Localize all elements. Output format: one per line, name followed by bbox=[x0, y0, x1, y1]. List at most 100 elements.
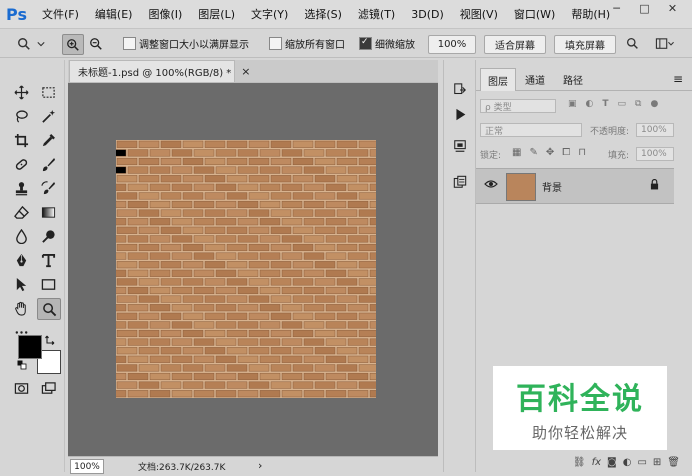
lock-all-icon[interactable]: ⊓ bbox=[578, 147, 586, 158]
blur-tool-icon[interactable] bbox=[10, 226, 32, 246]
chevron-down-icon[interactable] bbox=[34, 34, 48, 53]
new-layer-icon[interactable]: ⊞ bbox=[653, 457, 661, 468]
menu-bar: Ps 文件(F) 编辑(E) 图像(I) 图层(L) 文字(Y) 选择(S) 滤… bbox=[0, 0, 692, 29]
layer-filter-select[interactable]: ρ 类型 bbox=[480, 99, 556, 113]
lock-artboard-icon[interactable]: ⧠ bbox=[562, 147, 570, 158]
shape-filter-icon[interactable]: ▭ bbox=[618, 99, 627, 109]
magic-wand-tool-icon[interactable] bbox=[37, 106, 59, 126]
workspace-switcher-icon[interactable] bbox=[650, 34, 680, 53]
filter-toggle-icon[interactable]: ● bbox=[650, 99, 658, 109]
rectangle-tool-icon[interactable] bbox=[37, 274, 59, 294]
opacity-field[interactable]: 100% bbox=[636, 123, 674, 137]
foreground-color-swatch[interactable] bbox=[18, 335, 42, 359]
history-brush-tool-icon[interactable] bbox=[37, 178, 59, 198]
panel-menu-icon[interactable]: ≡ bbox=[670, 68, 686, 90]
zoom-all-windows-checkbox[interactable] bbox=[269, 37, 282, 50]
status-menu-arrow[interactable]: › bbox=[258, 459, 262, 472]
tab-channels[interactable]: 通道 bbox=[516, 68, 554, 90]
menu-view[interactable]: 视图(V) bbox=[452, 6, 506, 22]
path-selection-tool-icon[interactable] bbox=[10, 274, 32, 294]
swap-colors-icon[interactable] bbox=[45, 334, 57, 346]
screen-mode-icon[interactable] bbox=[37, 378, 59, 398]
zoom-tool-icon[interactable] bbox=[37, 298, 61, 320]
menu-filter[interactable]: 滤镜(T) bbox=[350, 6, 403, 22]
fill-label: 填充: bbox=[608, 151, 630, 161]
lock-pixels-icon[interactable]: ✎ bbox=[529, 147, 537, 158]
add-mask-icon[interactable]: ◙ bbox=[607, 457, 617, 468]
fill-screen-button[interactable]: 填充屏幕 bbox=[554, 35, 616, 54]
blend-mode-select[interactable]: 正常 bbox=[480, 123, 582, 137]
clone-stamp-tool-icon[interactable] bbox=[10, 178, 32, 198]
close-tab-icon[interactable]: × bbox=[241, 65, 250, 78]
quick-mask-icon[interactable] bbox=[10, 378, 32, 398]
history-panel-icon[interactable] bbox=[449, 80, 471, 100]
image-filter-icon[interactable]: ▣ bbox=[568, 99, 577, 109]
actions-panel-icon[interactable] bbox=[449, 104, 471, 124]
fill-value: 100% bbox=[641, 149, 667, 159]
eyedropper-tool-icon[interactable] bbox=[37, 130, 59, 150]
menu-select[interactable]: 选择(S) bbox=[296, 6, 350, 22]
lock-position-icon[interactable]: ✥ bbox=[546, 147, 554, 158]
tab-paths[interactable]: 路径 bbox=[556, 68, 590, 90]
adjustment-filter-icon[interactable]: ◐ bbox=[586, 99, 594, 109]
menu-image[interactable]: 图像(I) bbox=[140, 6, 190, 22]
menu-window[interactable]: 窗口(W) bbox=[506, 6, 563, 22]
layer-thumbnail[interactable] bbox=[506, 173, 536, 201]
menu-file[interactable]: 文件(F) bbox=[34, 6, 87, 22]
zoom-level-field[interactable]: 100% bbox=[70, 459, 104, 474]
layer-style-fx-button[interactable]: fx bbox=[592, 457, 601, 468]
search-icon[interactable] bbox=[622, 34, 642, 53]
maximize-button[interactable]: □ bbox=[631, 0, 658, 16]
new-group-icon[interactable]: ▭ bbox=[637, 457, 646, 468]
zoom-in-button[interactable] bbox=[62, 34, 84, 55]
document-tab[interactable]: 未标题-1.psd @ 100%(RGB/8) * × bbox=[69, 60, 251, 82]
pen-tool-icon[interactable] bbox=[10, 250, 32, 270]
eraser-tool-icon[interactable] bbox=[10, 202, 32, 222]
collapsed-panel-dock bbox=[443, 60, 476, 472]
menu-type[interactable]: 文字(Y) bbox=[243, 6, 296, 22]
smart-object-filter-icon[interactable]: ⧉ bbox=[635, 99, 641, 109]
document-size-info[interactable]: 文档:263.7K/263.7K bbox=[138, 460, 225, 473]
type-tool-icon[interactable] bbox=[37, 250, 59, 270]
eye-icon[interactable] bbox=[484, 179, 498, 191]
menu-layer[interactable]: 图层(L) bbox=[190, 6, 243, 22]
zoom-100-button[interactable]: 100% bbox=[428, 35, 476, 54]
lock-transparency-icon[interactable]: ▦ bbox=[512, 147, 521, 158]
dodge-tool-icon[interactable] bbox=[37, 226, 59, 246]
layer-name[interactable]: 背景 bbox=[542, 179, 562, 194]
gradient-tool-icon[interactable] bbox=[37, 202, 59, 222]
tab-layers[interactable]: 图层 bbox=[480, 68, 516, 91]
link-layers-icon[interactable]: ⛓ bbox=[573, 457, 586, 468]
properties-panel-icon[interactable] bbox=[449, 172, 471, 192]
brick-texture-image[interactable] bbox=[116, 140, 376, 398]
document-title: 未标题-1.psd @ 100%(RGB/8) * bbox=[78, 68, 232, 79]
fit-screen-button[interactable]: 适合屏幕 bbox=[484, 35, 546, 54]
resize-windows-checkbox[interactable] bbox=[123, 37, 136, 50]
move-tool-icon[interactable] bbox=[10, 82, 32, 102]
healing-brush-tool-icon[interactable] bbox=[10, 154, 32, 174]
zoom-out-button[interactable] bbox=[86, 34, 106, 53]
minimize-button[interactable]: ─ bbox=[603, 0, 630, 16]
layer-filter-icons: ▣ ◐ T ▭ ⧉ ● bbox=[568, 99, 658, 109]
type-filter-icon[interactable]: T bbox=[602, 99, 608, 109]
lasso-tool-icon[interactable] bbox=[10, 106, 32, 126]
fill-field[interactable]: 100% bbox=[636, 147, 674, 161]
3d-panel-icon[interactable] bbox=[449, 136, 471, 156]
close-window-button[interactable]: ✕ bbox=[659, 0, 686, 16]
adjustment-layer-icon[interactable]: ◐ bbox=[623, 457, 632, 468]
menu-3d[interactable]: 3D(D) bbox=[403, 8, 452, 21]
scrubby-zoom-checkbox[interactable] bbox=[359, 37, 372, 50]
blend-mode-value: 正常 bbox=[485, 126, 504, 137]
default-colors-icon[interactable] bbox=[17, 360, 27, 370]
marquee-tool-icon[interactable] bbox=[37, 82, 59, 102]
menu-edit[interactable]: 编辑(E) bbox=[87, 6, 141, 22]
brush-tool-icon[interactable] bbox=[37, 154, 59, 174]
crop-tool-icon[interactable] bbox=[10, 130, 32, 150]
hand-tool-icon[interactable] bbox=[10, 298, 32, 318]
layer-row[interactable]: 背景 bbox=[476, 168, 674, 204]
zoom-tool-preset-icon[interactable] bbox=[14, 34, 34, 53]
delete-layer-icon[interactable]: 🗑 bbox=[667, 457, 680, 468]
scrubby-zoom-label: 细微缩放 bbox=[375, 40, 415, 51]
status-bar: 100% 文档:263.7K/263.7K › bbox=[68, 456, 438, 476]
layers-panel-tabs: 图层 通道 路径 ≡ bbox=[476, 68, 692, 91]
